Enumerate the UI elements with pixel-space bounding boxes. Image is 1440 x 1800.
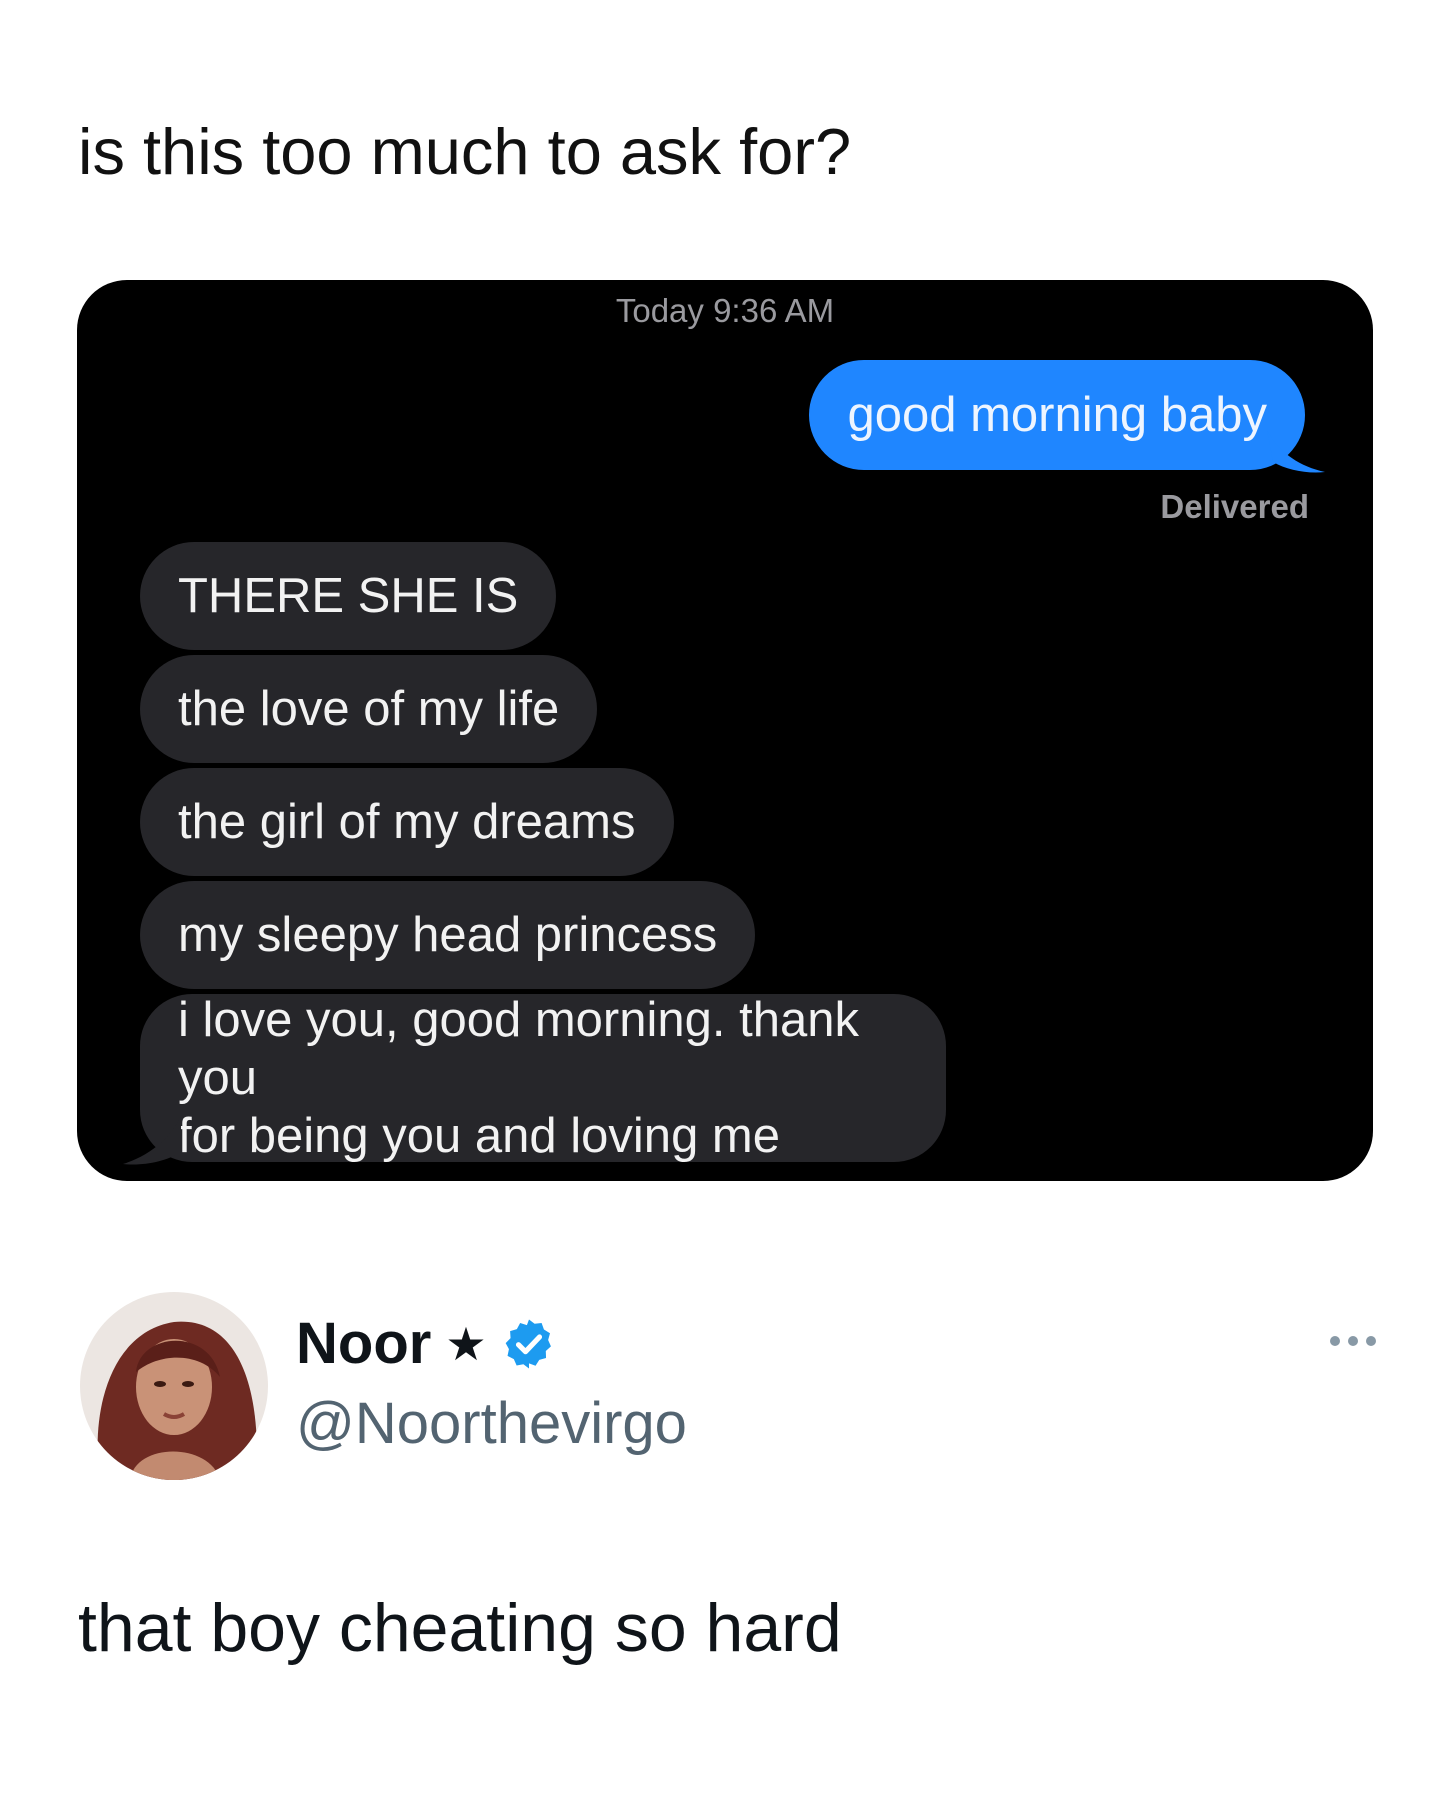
outgoing-bubble-tail	[1267, 430, 1325, 473]
delivery-status: Delivered	[1160, 488, 1309, 525]
message-screenshot: Today 9:36 AM good morning baby Delivere…	[77, 280, 1373, 1181]
incoming-bubble-tail	[123, 1116, 181, 1165]
author-name-row[interactable]: Noor ★	[296, 1310, 557, 1377]
avatar[interactable]	[80, 1292, 268, 1480]
outgoing-message-bubble: good morning baby	[809, 360, 1305, 470]
tweet-text: that boy cheating so hard	[78, 1590, 842, 1666]
message-line: for being you and loving me	[178, 1109, 780, 1163]
message-line: i love you, good morning. thank you	[178, 993, 859, 1105]
avatar-photo	[80, 1292, 268, 1480]
incoming-message-bubble: my sleepy head princess	[140, 881, 756, 989]
incoming-message-bubble: the love of my life	[140, 655, 598, 763]
author-name[interactable]: Noor	[296, 1310, 431, 1377]
incoming-message-bubble: the girl of my dreams	[140, 768, 674, 876]
star-icon: ★	[445, 1317, 487, 1370]
more-options-icon[interactable]	[1330, 1336, 1376, 1346]
verified-badge-icon	[505, 1319, 551, 1368]
incoming-message-bubble: THERE SHE IS	[140, 542, 557, 650]
post-caption: is this too much to ask for?	[78, 115, 852, 188]
incoming-message-bubble-last: i love you, good morning. thank you for …	[140, 993, 946, 1163]
author-handle[interactable]: @Noorthevirgo	[296, 1390, 687, 1457]
message-timestamp: Today 9:36 AM	[615, 292, 835, 329]
